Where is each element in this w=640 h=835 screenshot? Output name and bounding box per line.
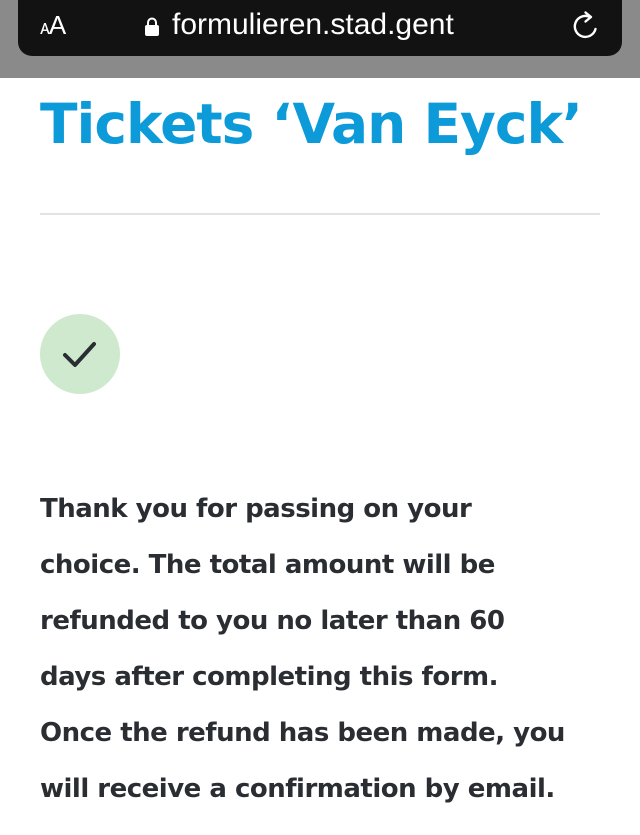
confirmation-message: Thank you for passing on your choice. Th… [40,481,620,817]
message-line: Thank you for passing on your [40,494,472,524]
text-size-label-large: A [48,10,66,40]
address-bar[interactable]: ᴀA formulieren.stad.gent [18,0,622,56]
message-line: will receive a confirmation by email. [40,774,555,804]
success-status [40,314,120,394]
url-text[interactable]: formulieren.stad.gent [172,6,454,44]
message-line: refunded to you no later than 60 [40,606,505,636]
lock-icon [145,17,159,36]
reload-icon[interactable] [569,9,603,43]
message-line: days after completing this form. [40,662,499,692]
message-line: choice. The total amount will be [40,550,495,580]
text-size-label: ᴀ [40,17,50,39]
text-size-button[interactable]: ᴀA [40,8,66,45]
checkmark-icon [63,342,96,367]
message-line: Once the refund has been made, you [40,718,565,748]
title-divider [40,213,600,215]
page-title: Tickets ‘Van Eyck’ [40,92,583,156]
